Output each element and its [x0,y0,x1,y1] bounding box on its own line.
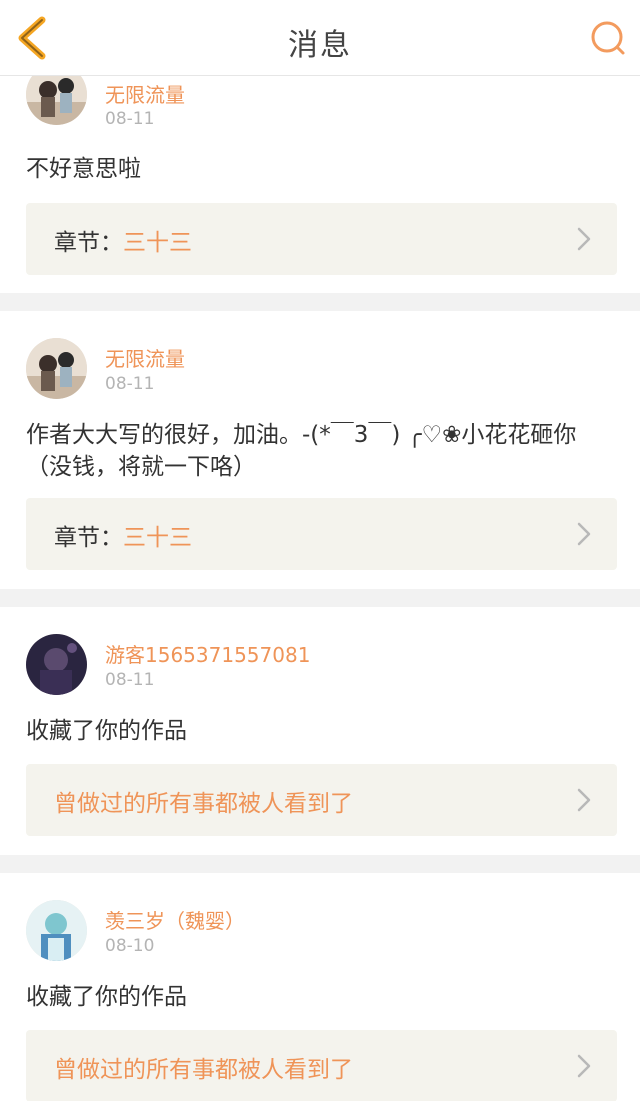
separator [0,855,640,873]
chapter-value: 三十三 [123,525,192,551]
chapter-label: 章节：三十三 [54,230,192,256]
work-link[interactable]: 曾做过的所有事都被人看到了 [26,1030,617,1101]
chevron-right-icon [577,1054,591,1078]
chevron-right-icon [577,788,591,812]
work-title: 曾做过的所有事都被人看到了 [54,1057,353,1083]
username[interactable]: 游客1565371557081 [105,639,310,668]
top-bar: 消息 [0,0,640,76]
message-text: 不好意思啦 [26,156,141,182]
message-card: 无限流量 08-11 作者大大写的很好，加油。-(*￣3￣) ╭♡❀小花花砸你（… [0,311,640,589]
page-title: 消息 [288,28,352,63]
separator [0,293,640,311]
username[interactable]: 无限流量 [105,343,185,372]
message-list: 无限流量 08-11 不好意思啦 章节：三十三 无限流量 08-11 作者大大写… [0,64,640,1101]
message-card: 羡三岁（魏婴） 08-10 收藏了你的作品 曾做过的所有事都被人看到了 [0,873,640,1101]
message-date: 08-11 [105,374,155,394]
chapter-value: 三十三 [123,230,192,256]
work-title: 曾做过的所有事都被人看到了 [54,791,353,817]
message-text: 作者大大写的很好，加油。-(*￣3￣) ╭♡❀小花花砸你（没钱，将就一下咯） [26,422,577,480]
chapter-link[interactable]: 章节：三十三 [26,498,617,570]
search-button[interactable] [588,18,628,58]
separator [0,589,640,607]
username[interactable]: 羡三岁（魏婴） [105,905,245,934]
avatar[interactable] [26,634,87,695]
work-link[interactable]: 曾做过的所有事都被人看到了 [26,764,617,836]
search-icon [591,21,625,55]
message-card: 游客1565371557081 08-11 收藏了你的作品 曾做过的所有事都被人… [0,607,640,855]
username[interactable]: 无限流量 [105,79,185,108]
chevron-right-icon [577,227,591,251]
message-card: 无限流量 08-11 不好意思啦 章节：三十三 [0,64,640,293]
avatar[interactable] [26,900,87,961]
message-date: 08-11 [105,109,155,129]
chapter-link[interactable]: 章节：三十三 [26,203,617,275]
chevron-right-icon [577,522,591,546]
chapter-label: 章节：三十三 [54,525,192,551]
message-text: 收藏了你的作品 [26,984,187,1010]
message-text: 收藏了你的作品 [26,718,187,744]
message-date: 08-10 [105,936,155,956]
avatar[interactable] [26,338,87,399]
messages-page: 消息 无限流量 08-11 不好意思啦 章节：三十三 无限流量 08-11 作者… [0,0,640,1101]
message-date: 08-11 [105,670,155,690]
